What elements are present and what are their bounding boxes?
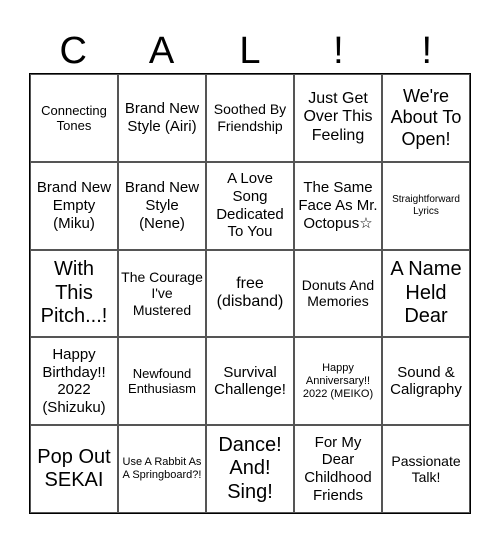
bingo-cell[interactable]: Connecting Tones [30,74,118,162]
header-letter: A [148,29,175,72]
bingo-cell[interactable]: Straightforward Lyrics [382,161,470,250]
bingo-cell[interactable]: Use A Rabbit As A Springboard?! [118,425,206,513]
bingo-cell[interactable]: The Same Face As Mr. Octopus☆ [294,161,382,250]
bingo-board: Connecting Tones Brand New Style (Airi) … [29,73,471,514]
bingo-cell[interactable]: Just Get Over This Feeling [294,74,382,162]
bingo-cell[interactable]: Sound & Caligraphy [382,337,470,426]
header-letter: C [59,29,87,72]
bingo-cell[interactable]: With This Pitch...! [30,249,118,338]
header-letter: L [239,29,261,72]
bingo-cell[interactable]: Brand New Style (Nene) [118,161,206,250]
bingo-cell[interactable]: Brand New Empty (Miku) [30,161,118,250]
bingo-cell[interactable]: free (disband) [206,249,294,338]
bingo-cell[interactable]: Dance! And! Sing! [206,425,294,513]
bingo-cell[interactable]: A Love Song Dedicated To You [206,161,294,250]
header-letter: ! [333,29,344,72]
bingo-cell[interactable]: The Courage I've Mustered [118,249,206,338]
bingo-cell[interactable]: Newfound Enthusiasm [118,337,206,426]
bingo-cell[interactable]: Brand New Style (Airi) [118,74,206,162]
bingo-cell[interactable]: Survival Challenge! [206,337,294,426]
bingo-cell[interactable]: Happy Anniversary!! 2022 (MEIKO) [294,337,382,426]
header-letter: ! [421,29,433,72]
bingo-cell[interactable]: For My Dear Childhood Friends [294,425,382,513]
bingo-cell[interactable]: Soothed By Friendship [206,74,294,162]
bingo-cell[interactable]: Passionate Talk! [382,425,470,513]
bingo-cell[interactable]: A Name Held Dear [382,249,470,338]
bingo-cell[interactable]: Happy Birthday!! 2022 (Shizuku) [30,337,118,426]
bingo-header: C A L ! ! [29,28,471,73]
bingo-cell[interactable]: Pop Out SEKAI [30,425,118,513]
bingo-cell[interactable]: Donuts And Memories [294,249,382,338]
bingo-cell[interactable]: We're About To Open! [382,74,470,162]
